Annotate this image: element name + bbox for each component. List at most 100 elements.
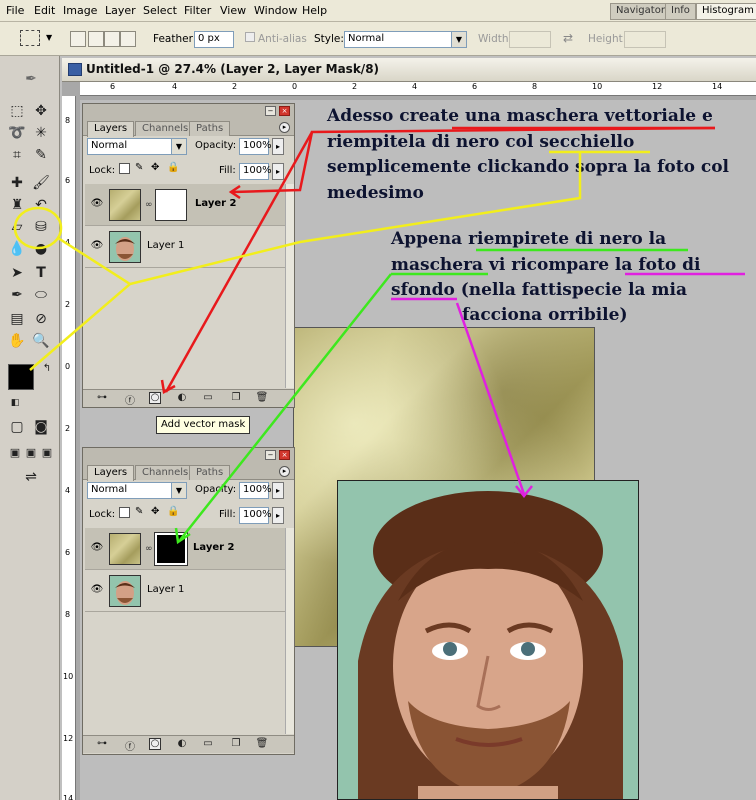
move-tool-icon[interactable]: ✥ bbox=[30, 100, 52, 122]
tab-paths[interactable]: Paths bbox=[189, 121, 231, 136]
fill-slider-button[interactable]: ▸ bbox=[272, 163, 284, 180]
layer-name[interactable]: Layer 2 bbox=[193, 542, 234, 553]
minimize-icon[interactable]: − bbox=[265, 450, 276, 460]
layer-mask-thumbnail[interactable] bbox=[154, 532, 188, 566]
brush-tool-icon[interactable]: 🖌 bbox=[30, 172, 52, 194]
tab-paths[interactable]: Paths bbox=[189, 465, 231, 480]
lock-pixels-icon[interactable]: ✎ bbox=[135, 162, 143, 173]
layer-name[interactable]: Layer 1 bbox=[147, 584, 184, 595]
tab-navigator[interactable]: Navigator bbox=[610, 3, 671, 20]
eye-icon[interactable]: 👁 bbox=[89, 198, 105, 210]
menu-select[interactable]: Select bbox=[143, 4, 177, 17]
intersect-selection-icon[interactable] bbox=[120, 31, 136, 47]
paint-bucket-tool-icon[interactable]: ⛁ bbox=[30, 216, 52, 238]
fill-input[interactable]: 100% bbox=[239, 163, 272, 180]
layer-name[interactable]: Layer 2 bbox=[195, 198, 236, 209]
link-icon[interactable]: ∞ bbox=[145, 200, 153, 210]
link-layers-icon[interactable]: ⊶ bbox=[95, 392, 109, 403]
ruler-horizontal[interactable]: 6 4 2 0 2 4 6 8 10 12 14 bbox=[80, 82, 756, 96]
preset-dropdown-arrow[interactable]: ▼ bbox=[46, 33, 52, 42]
pen-tool-icon[interactable]: ✒ bbox=[6, 284, 28, 306]
style-select[interactable]: Normal ▼ bbox=[344, 31, 467, 48]
document-title-bar[interactable]: Untitled-1 @ 27.4% (Layer 2, Layer Mask/… bbox=[62, 58, 756, 82]
panel-menu-icon[interactable]: ▸ bbox=[279, 122, 290, 133]
tab-channels[interactable]: Channels bbox=[135, 465, 196, 480]
tab-layers[interactable]: Layers bbox=[87, 121, 135, 137]
type-tool-icon[interactable]: T bbox=[30, 262, 52, 284]
new-layer-icon[interactable]: ❐ bbox=[229, 392, 243, 403]
panel-title-bar[interactable]: − × bbox=[83, 448, 294, 462]
layer-style-icon[interactable]: ⓕ bbox=[123, 392, 137, 407]
add-mask-icon[interactable]: ○ bbox=[149, 392, 161, 404]
new-selection-icon[interactable] bbox=[70, 31, 86, 47]
layer-row-layer2[interactable]: 👁 ∞ Layer 2 bbox=[85, 528, 285, 570]
lock-pixels-icon[interactable]: ✎ bbox=[135, 506, 143, 517]
link-layers-icon[interactable]: ⊶ bbox=[95, 738, 109, 749]
width-input[interactable] bbox=[509, 31, 551, 48]
magic-wand-tool-icon[interactable]: ✳ bbox=[30, 122, 52, 144]
layers-scrollbar[interactable] bbox=[285, 184, 294, 388]
eye-icon[interactable]: 👁 bbox=[89, 240, 105, 252]
add-mask-icon[interactable]: ○ bbox=[149, 738, 161, 750]
trash-icon[interactable]: 🗑 bbox=[255, 392, 269, 403]
menu-edit[interactable]: Edit bbox=[34, 4, 55, 17]
adjustment-layer-icon[interactable]: ◐ bbox=[175, 392, 189, 403]
blend-mode-select[interactable]: Normal ▼ bbox=[87, 482, 187, 499]
fill-slider-button[interactable]: ▸ bbox=[272, 507, 284, 524]
swap-icon[interactable]: ⇄ bbox=[563, 31, 573, 45]
feather-input[interactable]: 0 px bbox=[194, 31, 234, 48]
notes-tool-icon[interactable]: ▤ bbox=[6, 308, 28, 330]
history-brush-tool-icon[interactable]: ↶ bbox=[30, 194, 52, 216]
blend-mode-select[interactable]: Normal ▼ bbox=[87, 138, 187, 155]
lock-transparency-icon[interactable] bbox=[119, 163, 130, 174]
canvas-face-photo[interactable] bbox=[337, 480, 639, 800]
subtract-selection-icon[interactable] bbox=[104, 31, 120, 47]
clone-stamp-tool-icon[interactable]: ♜ bbox=[6, 194, 28, 216]
quick-mask-mode-icon[interactable]: ◙ bbox=[30, 416, 52, 438]
height-input[interactable] bbox=[624, 31, 666, 48]
menu-file[interactable]: File bbox=[6, 4, 24, 17]
eye-icon[interactable]: 👁 bbox=[89, 542, 105, 554]
menu-view[interactable]: View bbox=[220, 4, 246, 17]
antialias-checkbox[interactable] bbox=[245, 32, 255, 42]
menu-help[interactable]: Help bbox=[302, 4, 327, 17]
opacity-input[interactable]: 100% bbox=[239, 482, 272, 499]
opacity-slider-button[interactable]: ▸ bbox=[272, 138, 284, 155]
layer-row-layer2[interactable]: 👁 ∞ Layer 2 bbox=[85, 184, 285, 226]
lock-transparency-icon[interactable] bbox=[119, 507, 130, 518]
menu-image[interactable]: Image bbox=[63, 4, 97, 17]
eraser-tool-icon[interactable]: ▱ bbox=[6, 216, 28, 238]
menu-window[interactable]: Window bbox=[254, 4, 297, 17]
new-group-icon[interactable]: ▭ bbox=[201, 392, 215, 403]
imageready-jump-icon[interactable]: ⇌ bbox=[16, 466, 46, 488]
standard-mode-icon[interactable]: ▢ bbox=[6, 416, 28, 438]
lock-position-icon[interactable]: ✥ bbox=[151, 506, 159, 517]
trash-icon[interactable]: 🗑 bbox=[255, 738, 269, 749]
hand-tool-icon[interactable]: ✋ bbox=[6, 330, 28, 352]
link-icon[interactable]: ∞ bbox=[145, 544, 153, 554]
tab-histogram[interactable]: Histogram bbox=[696, 3, 756, 20]
menu-layer[interactable]: Layer bbox=[105, 4, 136, 17]
path-selection-tool-icon[interactable]: ➤ bbox=[6, 262, 28, 284]
fill-input[interactable]: 100% bbox=[239, 507, 272, 524]
zoom-tool-icon[interactable]: 🔍 bbox=[30, 330, 52, 352]
shape-tool-icon[interactable]: ⬭ bbox=[30, 284, 52, 306]
eyedropper-tool-icon[interactable]: ⊘ bbox=[30, 308, 52, 330]
lock-position-icon[interactable]: ✥ bbox=[151, 162, 159, 173]
foreground-color-swatch[interactable] bbox=[8, 364, 34, 390]
adjustment-layer-icon[interactable]: ◐ bbox=[175, 738, 189, 749]
screen-mode-full-icon[interactable]: ▣ bbox=[36, 442, 58, 464]
close-icon[interactable]: × bbox=[279, 450, 290, 460]
default-colors-icon[interactable]: ◧ bbox=[4, 392, 26, 414]
layer-mask-thumbnail[interactable] bbox=[155, 189, 187, 221]
layers-scrollbar[interactable] bbox=[285, 528, 294, 734]
ruler-vertical[interactable]: 8 6 4 2 0 2 4 6 8 10 12 14 bbox=[62, 96, 76, 800]
dodge-tool-icon[interactable]: ● bbox=[30, 238, 52, 260]
blur-tool-icon[interactable]: 💧 bbox=[6, 238, 28, 260]
menu-filter[interactable]: Filter bbox=[184, 4, 211, 17]
panel-menu-icon[interactable]: ▸ bbox=[279, 466, 290, 477]
layer-row-layer1[interactable]: 👁 Layer 1 bbox=[85, 226, 285, 268]
eye-icon[interactable]: 👁 bbox=[89, 584, 105, 596]
marquee-tool-icon[interactable]: ⬚ bbox=[6, 100, 28, 122]
healing-brush-tool-icon[interactable]: ✚ bbox=[6, 172, 28, 194]
